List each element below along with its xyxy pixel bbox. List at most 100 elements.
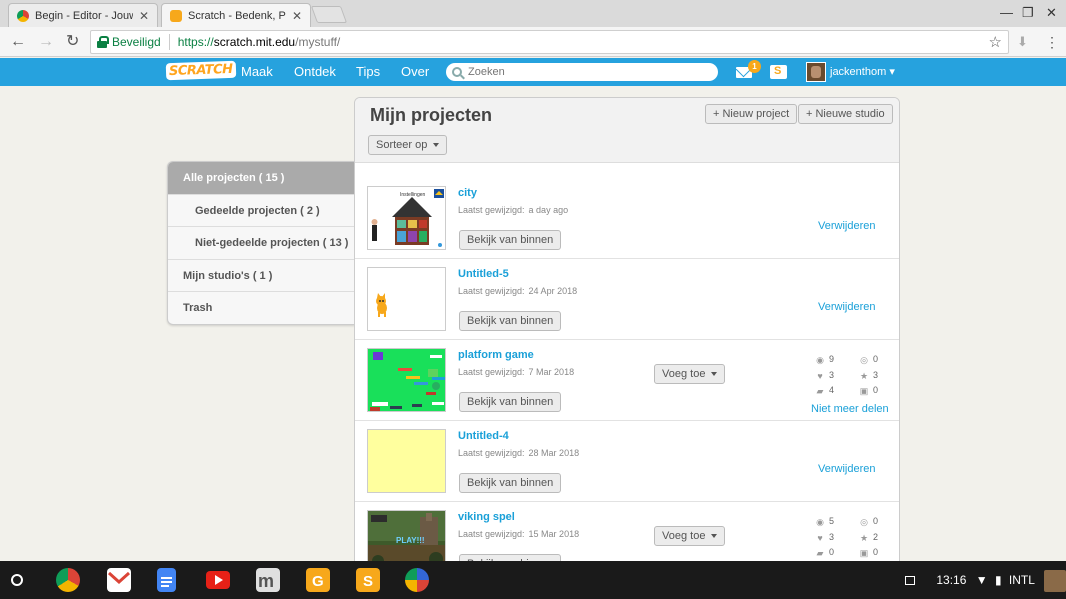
add-to-label: Voeg toe [662, 530, 706, 542]
docs-app-icon[interactable] [157, 568, 176, 592]
restore-icon[interactable]: ❐ [1022, 5, 1034, 21]
project-title-link[interactable]: city [458, 187, 477, 199]
search-box[interactable] [446, 63, 718, 81]
close-window-icon[interactable]: ✕ [1046, 5, 1057, 21]
remixes-stat: ◎ 0 [860, 516, 879, 527]
bookmark-star-icon[interactable]: ☆ [989, 33, 1002, 51]
project-title-link[interactable]: Untitled-5 [458, 268, 509, 280]
see-inside-button[interactable]: Bekijk van binnen [459, 473, 562, 493]
back-arrow-icon[interactable]: ← [10, 33, 26, 51]
add-to-studio-dropdown[interactable]: Voeg toe [654, 364, 726, 384]
project-thumbnail[interactable]: Instellingen [367, 186, 446, 250]
browser-tab-scratch[interactable]: Scratch - Bedenk, Programmeer, Deel ✕ [161, 3, 311, 27]
new-project-button[interactable]: + Nieuw project [705, 104, 798, 124]
url-scheme: https:// [177, 35, 214, 49]
platform-game-thumbnail-image [370, 352, 445, 411]
chrome-app-icon[interactable] [56, 568, 80, 592]
sidebar-item-all-projects[interactable]: Alle projecten ( 15 ) [168, 162, 355, 195]
browser-toolbar: ← → ↻ Beveiligd https:// scratch.mit.edu… [0, 27, 1066, 57]
new-tab-button[interactable] [310, 6, 348, 23]
eye-icon: ◉ [816, 517, 824, 527]
sidebar-item-shared-projects[interactable]: Gedeelde projecten ( 2 ) [168, 195, 355, 228]
project-thumbnail[interactable] [367, 267, 446, 331]
web-store-app-icon[interactable] [405, 568, 429, 592]
thumb-caption: PLAY!!! [396, 536, 425, 545]
gmail-app-icon[interactable] [107, 568, 131, 592]
secure-label: Beveiligd [112, 35, 161, 49]
nav-link-maak[interactable]: Maak [241, 58, 273, 86]
studio-icon: ▣ [859, 548, 869, 558]
nav-link-tips[interactable]: Tips [356, 58, 380, 86]
nav-link-ontdek[interactable]: Ontdek [294, 58, 336, 86]
minimize-icon[interactable]: — [1000, 5, 1013, 20]
sort-by-dropdown[interactable]: Sorteer op [368, 135, 448, 155]
browser-tab-strip: Begin - Editor - JouwWeb ✕ Scratch - Bed… [0, 0, 1066, 27]
menu-dots-icon[interactable]: ⋮ [1045, 33, 1059, 51]
mystuff-sidebar: Alle projecten ( 15 ) Gedeelde projecten… [167, 161, 355, 325]
project-thumbnail[interactable] [367, 348, 446, 412]
pocket-icon[interactable]: ⬇ [1017, 33, 1028, 51]
youtube-app-icon[interactable] [206, 571, 230, 589]
forward-arrow-icon[interactable]: → [38, 33, 54, 51]
tab-close-icon[interactable]: ✕ [139, 9, 149, 23]
reload-icon[interactable]: ↻ [66, 33, 79, 51]
project-thumbnail[interactable] [367, 429, 446, 493]
username-label: jackenthom [830, 66, 887, 78]
account-menu[interactable]: jackenthom ▾ [830, 58, 895, 86]
lock-icon [97, 36, 109, 48]
comments-stat: ▰ 4 [816, 385, 835, 396]
last-modified: Laatst gewijzigd: 24 Apr 2018 [458, 286, 578, 296]
see-inside-button[interactable]: Bekijk van binnen [459, 392, 562, 412]
scratch-favicon-icon [170, 9, 182, 22]
eye-icon: ◉ [816, 355, 824, 365]
chrome-favicon-icon [17, 9, 29, 22]
tab-title: Scratch - Bedenk, Programmeer, Deel [188, 9, 286, 22]
project-row-platform-game: platform game Laatst gewijzigd: 7 Mar 201… [355, 340, 899, 421]
status-area[interactable]: 13:16 ▼ ▮ INTL [905, 561, 1066, 599]
m-app-icon[interactable]: m [256, 568, 280, 592]
browser-tab-jouwweb[interactable]: Begin - Editor - JouwWeb ✕ [8, 3, 158, 27]
caret-down-icon [711, 372, 718, 376]
sidebar-item-unshared-projects[interactable]: Niet-gedeelde projecten ( 13 ) [168, 227, 355, 260]
delete-link[interactable]: Verwijderen [818, 220, 875, 232]
launcher-icon[interactable] [11, 574, 23, 586]
project-title-link[interactable]: Untitled-4 [458, 430, 509, 442]
add-to-studio-dropdown[interactable]: Voeg toe [654, 526, 726, 546]
star-icon: ★ [859, 533, 869, 543]
url-bar[interactable]: Beveiligd https:// scratch.mit.edu /myst… [90, 30, 1009, 54]
screenshot-icon [905, 576, 915, 585]
project-title-link[interactable]: platform game [458, 349, 534, 361]
g-app-icon[interactable]: G [306, 568, 330, 592]
url-separator [168, 34, 170, 50]
url-path: /mystuff/ [295, 35, 341, 49]
sidebar-item-my-studios[interactable]: Mijn studio's ( 1 ) [168, 260, 355, 293]
url-host: scratch.mit.edu [213, 35, 296, 49]
svg-text:G: G [312, 573, 324, 590]
delete-link[interactable]: Verwijderen [818, 463, 875, 475]
tab-title: Begin - Editor - JouwWeb [35, 9, 133, 22]
keyboard-layout: INTL [1008, 573, 1035, 587]
nav-link-over[interactable]: Over [401, 58, 429, 86]
comment-icon: ▰ [816, 386, 824, 396]
remix-icon: ◎ [860, 355, 868, 365]
new-studio-button[interactable]: + Nieuwe studio [798, 104, 893, 124]
project-title-link[interactable]: viking spel [458, 511, 515, 523]
scratch-logo[interactable]: SCRATCH [165, 60, 236, 81]
see-inside-button[interactable]: Bekijk van binnen [459, 230, 562, 250]
city-thumbnail-image: Instellingen [371, 189, 444, 247]
unshare-link[interactable]: Niet meer delen [811, 403, 889, 415]
favorites-stat: ★ 2 [859, 532, 879, 543]
wifi-icon: ▼ [975, 573, 988, 587]
my-stuff-folder-icon[interactable] [770, 65, 787, 79]
project-row-untitled-4: Untitled-4 Laatst gewijzigd: 28 Mar 2018 … [355, 421, 899, 502]
remix-icon: ◎ [860, 517, 868, 527]
add-to-label: Voeg toe [662, 368, 706, 380]
delete-link[interactable]: Verwijderen [818, 301, 875, 313]
scratch-app-icon[interactable]: S [356, 568, 380, 592]
search-input[interactable] [468, 66, 708, 78]
user-avatar[interactable] [806, 62, 826, 82]
sidebar-item-trash[interactable]: Trash [168, 292, 355, 324]
see-inside-button[interactable]: Bekijk van binnen [459, 311, 562, 331]
tab-close-icon[interactable]: ✕ [292, 9, 302, 23]
message-count-badge: 1 [748, 60, 761, 73]
